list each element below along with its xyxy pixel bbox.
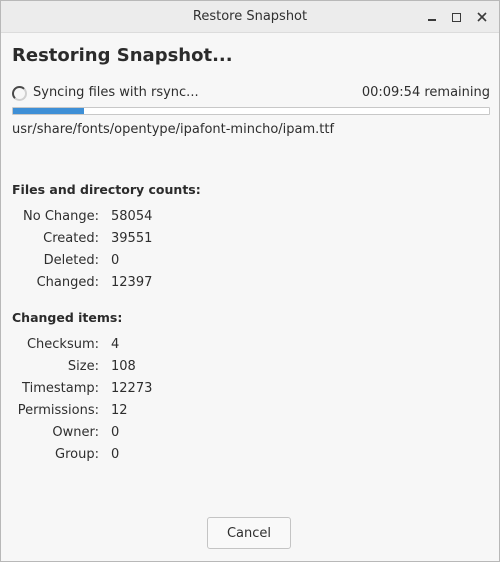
changed-value: 108	[111, 359, 136, 374]
count-row-changed: Changed: 12397	[1, 275, 301, 293]
count-value: 12397	[111, 275, 153, 290]
cancel-button[interactable]: Cancel	[207, 517, 291, 549]
changed-row-timestamp: Timestamp: 12273	[1, 381, 301, 399]
status-row: Syncing files with rsync... 00:09:54 rem…	[12, 85, 490, 103]
time-remaining: 00:09:54 remaining	[361, 85, 490, 100]
close-button[interactable]	[471, 6, 493, 28]
dialog-content: Restoring Snapshot... Syncing files with…	[1, 33, 499, 561]
count-value: 39551	[111, 231, 153, 246]
changed-value: 12	[111, 403, 128, 418]
maximize-icon	[451, 12, 461, 22]
count-label: Changed:	[36, 275, 99, 290]
counts-section-title: Files and directory counts:	[12, 182, 201, 197]
maximize-button[interactable]	[445, 6, 467, 28]
spinner-icon	[12, 86, 27, 101]
changed-label: Permissions:	[17, 403, 99, 418]
count-label: Deleted:	[43, 253, 99, 268]
changed-label: Group:	[55, 447, 99, 462]
changed-value: 0	[111, 425, 120, 440]
changed-row-owner: Owner: 0	[1, 425, 301, 443]
changed-label: Timestamp:	[22, 381, 99, 396]
page-title: Restoring Snapshot...	[12, 45, 233, 66]
current-file-path: usr/share/fonts/opentype/ipafont-mincho/…	[12, 122, 335, 137]
count-value: 58054	[111, 209, 153, 224]
changed-label: Checksum:	[26, 337, 99, 352]
progress-bar	[12, 107, 490, 115]
close-icon	[477, 12, 487, 22]
changed-row-group: Group: 0	[1, 447, 301, 465]
status-text: Syncing files with rsync...	[33, 85, 199, 100]
changed-row-checksum: Checksum: 4	[1, 337, 301, 355]
changed-label: Size:	[67, 359, 99, 374]
count-label: Created:	[43, 231, 99, 246]
count-row-deleted: Deleted: 0	[1, 253, 301, 271]
progress-bar-fill	[13, 108, 85, 114]
count-row-no-change: No Change: 58054	[1, 209, 301, 227]
changed-row-permissions: Permissions: 12	[1, 403, 301, 421]
changed-label: Owner:	[52, 425, 99, 440]
minimize-button[interactable]	[421, 6, 443, 28]
minimize-icon	[428, 19, 436, 21]
count-label: No Change:	[23, 209, 99, 224]
restore-snapshot-window: Restore Snapshot Restoring Snapshot... S…	[0, 0, 500, 562]
title-bar[interactable]: Restore Snapshot	[1, 1, 499, 33]
changed-value: 0	[111, 447, 120, 462]
changed-value: 4	[111, 337, 120, 352]
changed-row-size: Size: 108	[1, 359, 301, 377]
changed-items-section-title: Changed items:	[12, 310, 123, 325]
count-value: 0	[111, 253, 120, 268]
count-row-created: Created: 39551	[1, 231, 301, 249]
changed-value: 12273	[111, 381, 153, 396]
